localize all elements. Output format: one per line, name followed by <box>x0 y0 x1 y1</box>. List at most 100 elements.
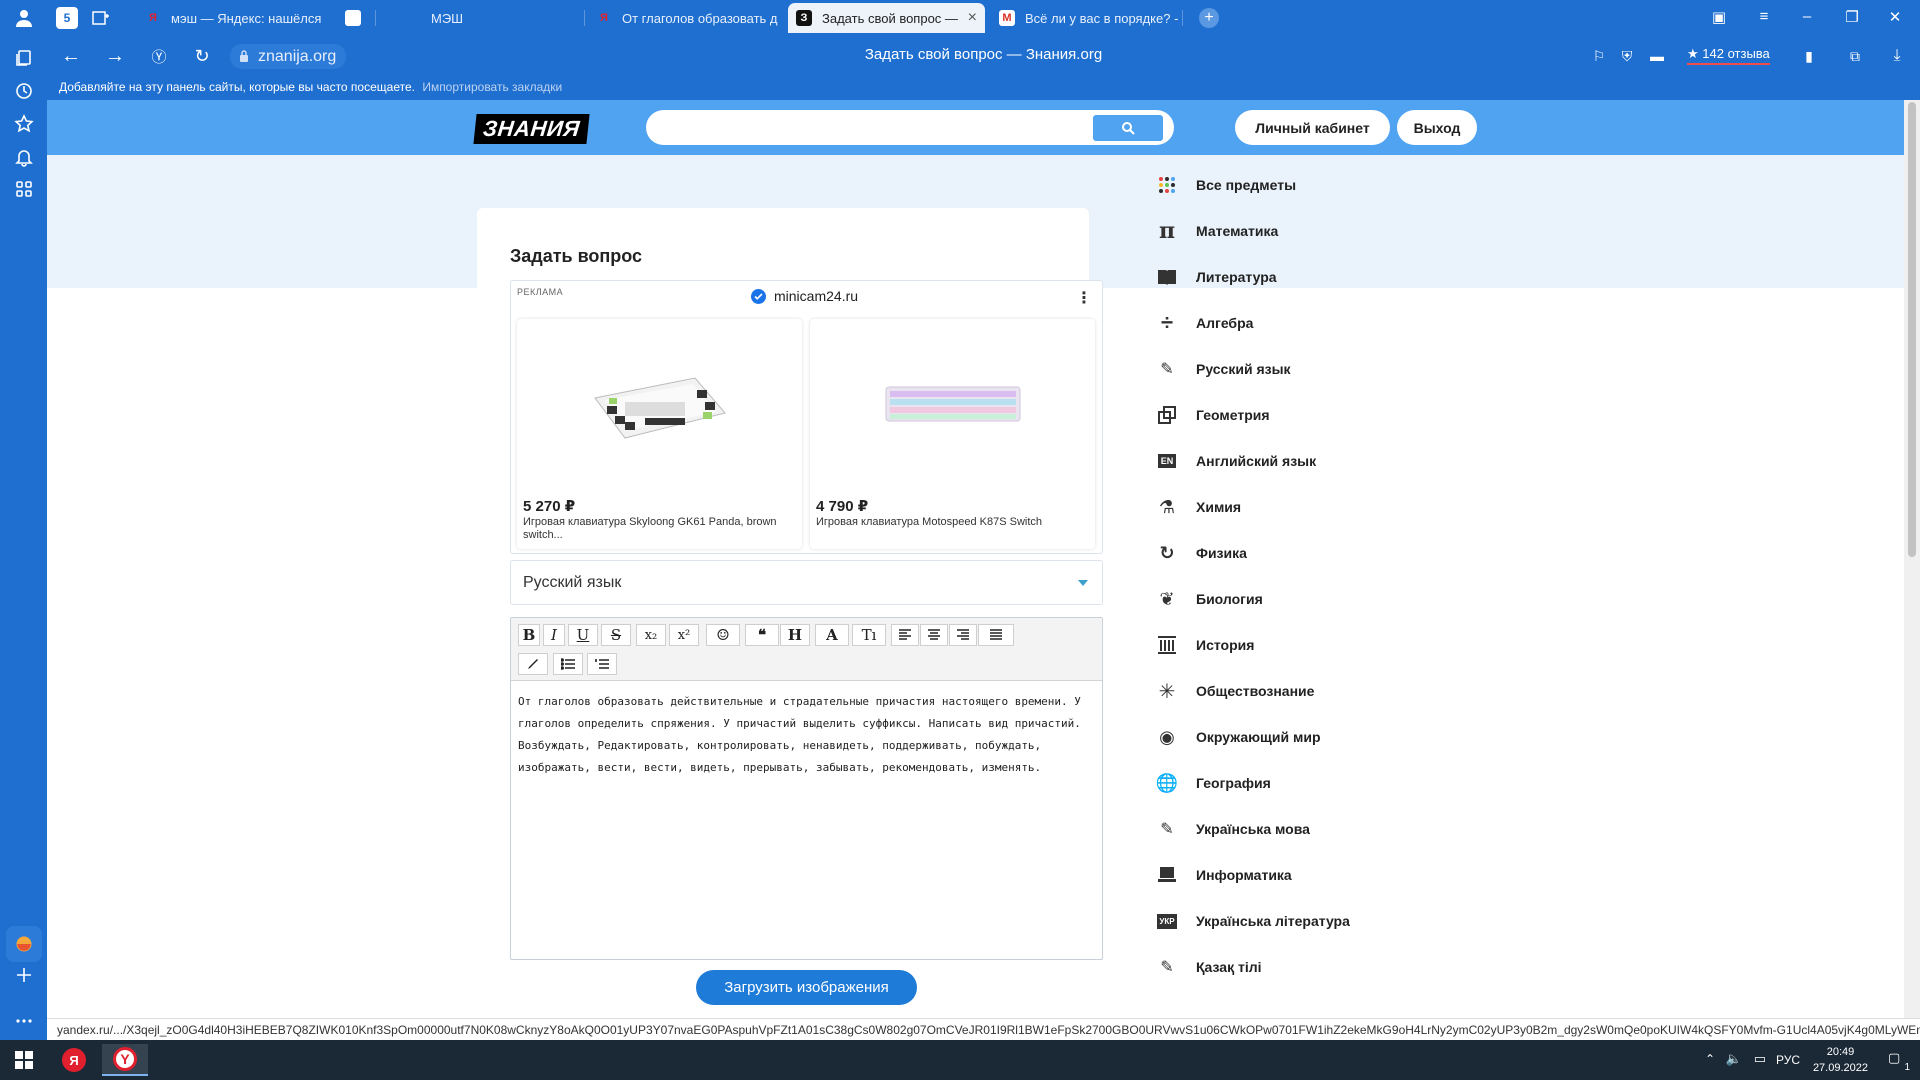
windows-start-icon[interactable] <box>4 1044 44 1076</box>
url-field[interactable]: znanija.org <box>230 44 347 69</box>
tray-chevron-icon[interactable]: ⌃ <box>1705 1052 1715 1066</box>
subject-item[interactable]: УКР Українська література <box>1155 906 1555 936</box>
strikethrough-button[interactable]: S <box>601 624 631 646</box>
import-bookmarks-link[interactable]: Импортировать закладки <box>422 80 562 94</box>
subject-item[interactable]: ✎ Қазақ тілі <box>1155 952 1555 982</box>
tabs-list-icon[interactable] <box>85 3 117 33</box>
language-indicator[interactable]: РУС <box>1776 1053 1800 1067</box>
subject-item[interactable]: ❦ Биология <box>1155 584 1555 614</box>
reload-icon[interactable]: ↻ <box>190 44 214 68</box>
question-textarea[interactable]: От глаголов образовать действительные и … <box>518 691 1093 779</box>
tab-gmail[interactable]: M Всё ли у вас в порядке? - <box>991 3 1181 33</box>
subject-item[interactable]: История <box>1155 630 1555 660</box>
subject-item[interactable]: 🌐 География <box>1155 768 1555 798</box>
italic-button[interactable]: I <box>543 624 565 646</box>
notifications-icon[interactable]: ▢ 1 <box>1888 1050 1910 1073</box>
cabinet-button[interactable]: Личный кабинет <box>1235 110 1390 145</box>
search-input[interactable] <box>646 110 1174 145</box>
bullet-list-button[interactable] <box>553 653 583 675</box>
ukr-book-icon: УКР <box>1155 909 1179 933</box>
subject-item[interactable]: ✎ Українська мова <box>1155 814 1555 844</box>
bold-button[interactable]: B <box>518 624 540 646</box>
more-icon[interactable] <box>11 1008 37 1034</box>
emoji-button[interactable]: ☺ <box>706 624 740 646</box>
protect-icon[interactable]: ⛨ <box>1615 44 1639 68</box>
justify-button[interactable] <box>978 624 1014 646</box>
back-icon[interactable]: ← <box>59 44 83 68</box>
subject-item[interactable]: Все предметы <box>1155 170 1555 200</box>
underline-button[interactable]: U <box>568 624 598 646</box>
pen-icon[interactable] <box>518 653 548 675</box>
tab-mesh[interactable]: МЭШ <box>337 3 582 33</box>
subject-select[interactable]: Русский язык <box>510 560 1103 605</box>
numbered-list-button[interactable] <box>587 653 617 675</box>
yandex-home-icon[interactable]: Ⓨ <box>147 44 171 68</box>
ad-product[interactable]: 4 790 ₽ Игровая клавиатура Motospeed K87… <box>810 319 1095 549</box>
subject-item[interactable]: π Математика <box>1155 216 1555 246</box>
subject-item[interactable]: Геометрия <box>1155 400 1555 430</box>
ad-source[interactable]: minicam24.ru <box>751 288 858 304</box>
logout-button[interactable]: Выход <box>1397 110 1477 145</box>
download-icon[interactable]: ⤓ <box>1885 44 1909 68</box>
bookmarks-panel-icon[interactable]: ▣ <box>1709 8 1729 26</box>
collections-button-icon[interactable]: ⧉ <box>1843 44 1867 68</box>
history-icon[interactable] <box>11 78 37 104</box>
subject-item[interactable]: ✎ Русский язык <box>1155 354 1555 384</box>
clock[interactable]: 20:49 27.09.2022 <box>1813 1044 1868 1076</box>
subject-item[interactable]: Литература <box>1155 262 1555 292</box>
subject-item[interactable]: Информатика <box>1155 860 1555 890</box>
reviews-link[interactable]: ★ 142 отзыва <box>1687 46 1770 65</box>
apps-grid-icon[interactable] <box>11 176 37 202</box>
network-icon[interactable]: ▭ <box>1754 1051 1766 1067</box>
more-vertical-icon[interactable]: ⋮ <box>1076 288 1092 308</box>
align-left-button[interactable] <box>891 624 919 646</box>
ad-product[interactable]: 5 270 ₽ Игровая клавиатура Skyloong GK61… <box>517 319 802 549</box>
upload-images-button[interactable]: Загрузить изображения <box>696 970 917 1005</box>
forward-icon[interactable]: → <box>103 44 127 68</box>
quote-button[interactable]: ❝ <box>745 624 779 646</box>
subject-item[interactable]: ✳ Обществознание <box>1155 676 1555 706</box>
close-tab-icon[interactable]: × <box>968 9 977 27</box>
subject-item[interactable]: ◉ Окружающий мир <box>1155 722 1555 752</box>
star-icon[interactable] <box>11 111 37 137</box>
tab-ask-question[interactable]: З Задать свой вопрос — × <box>788 3 985 33</box>
superscript-button[interactable]: x² <box>669 624 699 646</box>
search-button[interactable] <box>1093 115 1163 141</box>
pen-ukr-icon: ✎ <box>1160 821 1174 838</box>
yandex-taskbar-icon[interactable]: Я <box>54 1044 94 1076</box>
yandex-favicon-icon: Я <box>149 12 157 24</box>
new-tab-button[interactable]: + <box>1197 3 1221 33</box>
close-window-icon[interactable]: ✕ <box>1885 8 1905 26</box>
menu-icon[interactable]: ≡ <box>1754 8 1774 25</box>
subscript-button[interactable]: x₂ <box>636 624 666 646</box>
subject-item[interactable]: ↻ Физика <box>1155 538 1555 568</box>
chat-icon[interactable]: ▬ <box>1645 44 1669 68</box>
subject-item[interactable]: EN Английский язык <box>1155 446 1555 476</box>
subject-label: Қазақ тілі <box>1196 959 1262 975</box>
text-color-button[interactable]: A <box>815 624 849 646</box>
site-logo[interactable]: ЗНАНИЯ <box>473 114 590 144</box>
subject-label: Физика <box>1196 545 1247 561</box>
translate-icon[interactable]: ⚐ <box>1587 44 1611 68</box>
yandex-browser-taskbar-icon[interactable]: Y <box>102 1044 148 1076</box>
collections-icon[interactable] <box>11 44 37 70</box>
tab-search-verbs[interactable]: Я От глаголов образовать д <box>588 3 781 33</box>
form-title: Задать вопрос <box>510 246 643 266</box>
align-right-button[interactable] <box>949 624 977 646</box>
volume-icon[interactable]: 🔈 <box>1726 1051 1742 1067</box>
subject-label: Українська мова <box>1196 821 1310 837</box>
clear-format-button[interactable]: Tı <box>852 624 886 646</box>
add-panel-icon[interactable] <box>11 962 37 988</box>
subject-item[interactable]: ÷ Алгебра <box>1155 308 1555 338</box>
vertical-scrollbar[interactable] <box>1904 100 1920 1018</box>
profile-icon[interactable] <box>11 5 37 31</box>
bookmark-icon[interactable]: ▮ <box>1797 44 1821 68</box>
bell-icon[interactable] <box>11 144 37 170</box>
maximize-icon[interactable]: ❐ <box>1842 8 1862 26</box>
minimize-icon[interactable]: – <box>1797 8 1817 25</box>
tab-counter[interactable]: 5 <box>53 3 81 33</box>
subject-item[interactable]: ⚗ Химия <box>1155 492 1555 522</box>
alice-icon[interactable] <box>6 926 42 962</box>
align-center-button[interactable] <box>920 624 948 646</box>
heading-button[interactable]: H <box>780 624 810 646</box>
